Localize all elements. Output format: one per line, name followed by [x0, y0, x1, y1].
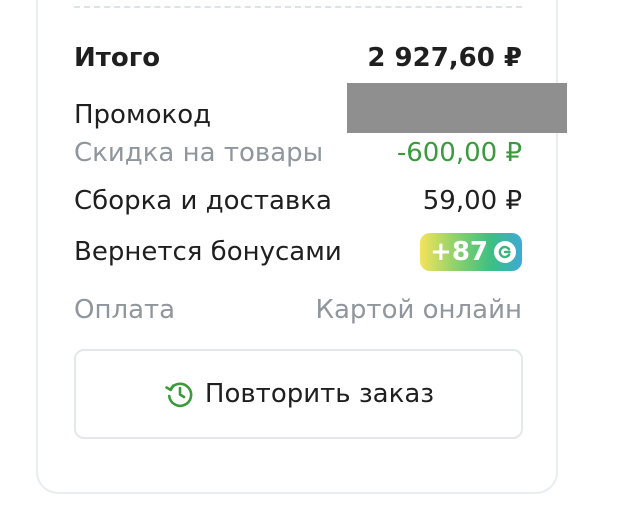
discount-label: Скидка на товары: [74, 138, 324, 168]
total-row: Итого 2 927,60 ₽: [74, 38, 522, 78]
history-icon: [163, 377, 197, 411]
total-value: 2 927,60 ₽: [367, 43, 522, 73]
delivery-row: Сборка и доставка 59,00 ₽: [74, 181, 522, 221]
bonus-value: +87: [430, 237, 488, 267]
bonus-badge: +87: [420, 233, 522, 271]
bonus-label: Вернется бонусами: [74, 237, 342, 267]
payment-row: Оплата Картой онлайн: [74, 290, 522, 330]
bonus-coin-icon: [494, 241, 516, 263]
promo-code-redacted: [347, 83, 567, 133]
payment-label: Оплата: [74, 295, 176, 325]
payment-value: Картой онлайн: [315, 295, 522, 325]
bonus-row: Вернется бонусами +87: [74, 232, 522, 272]
delivery-label: Сборка и доставка: [74, 186, 332, 216]
promo-label: Промокод: [74, 100, 212, 130]
total-label: Итого: [74, 43, 161, 73]
dashed-divider: [74, 6, 522, 8]
repeat-order-label: Повторить заказ: [204, 379, 435, 409]
delivery-value: 59,00 ₽: [422, 186, 522, 216]
repeat-order-button[interactable]: Повторить заказ: [74, 349, 523, 439]
discount-value: -600,00 ₽: [396, 138, 522, 168]
discount-row: Скидка на товары -600,00 ₽: [74, 133, 522, 173]
